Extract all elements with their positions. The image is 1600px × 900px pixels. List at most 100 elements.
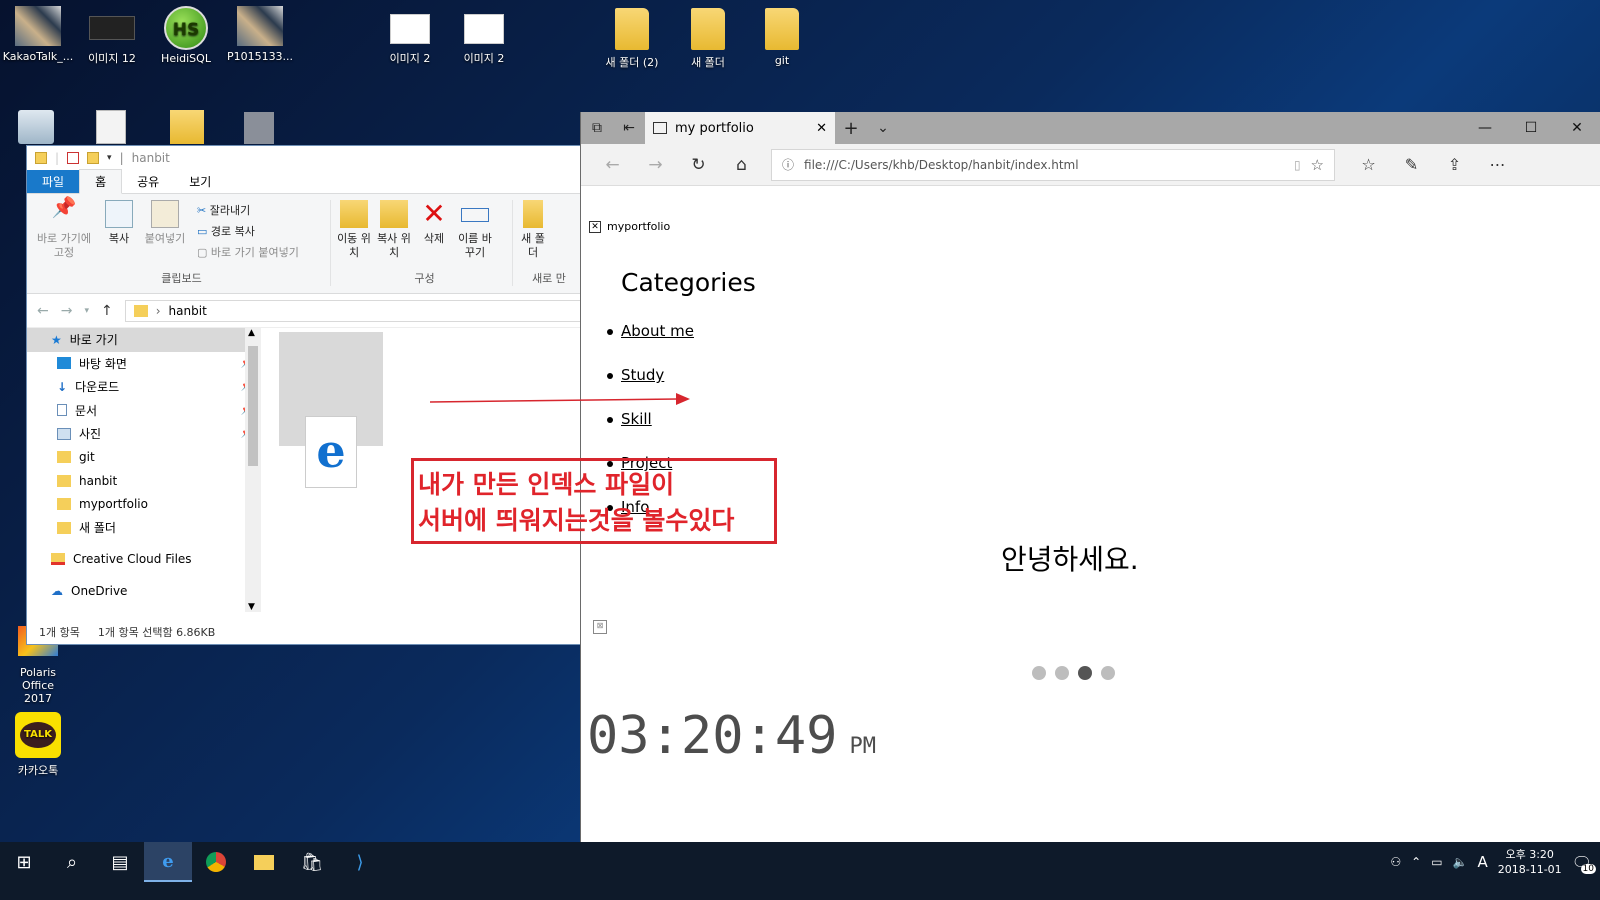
scroll-up-icon[interactable]: ▲ [248,328,255,338]
nav-item-new-folder[interactable]: 새 폴더 [27,516,261,540]
rename-button[interactable]: 이름 바꾸기 [457,200,493,260]
paste-button[interactable]: 붙여넣기 [143,200,187,263]
url-bar[interactable]: ⓘ file:///C:/Users/khb/Desktop/hanbit/in… [771,148,1335,181]
back-icon[interactable]: ← [37,303,49,319]
folder-icon[interactable] [244,112,274,144]
tab-file[interactable]: 파일 [27,170,80,193]
pen-icon[interactable]: ✎ [1390,155,1433,174]
site-brand[interactable]: ✕ myportfolio [589,220,670,233]
volume-icon[interactable]: 🔈 [1453,855,1468,869]
search-icon[interactable]: ⌕ [48,842,96,882]
tab-share[interactable]: 공유 [122,170,174,193]
desktop-icon-new-folder-2[interactable]: 새 폴더 (2) [594,8,670,70]
set-tabs-aside-icon[interactable]: ⇤ [613,112,645,144]
desktop-icon-image2-b[interactable]: 이미지 2 [446,6,522,66]
new-folder-button[interactable]: 새 폴더 [519,200,547,260]
file-item-index[interactable]: e index [279,332,383,488]
nav-item-creative-cloud[interactable]: Creative Cloud Files [27,548,261,572]
home-icon[interactable]: ⌂ [720,155,763,175]
nav-item-documents[interactable]: 문서 📌 [27,399,261,423]
more-icon[interactable]: ⋯ [1476,155,1519,174]
nav-item-git[interactable]: git [27,446,261,470]
address-input[interactable]: › hanbit [124,299,593,322]
desktop-icon-image2-a[interactable]: 이미지 2 [372,6,448,66]
desktop-icon-image12[interactable]: 이미지 12 [74,6,150,66]
slider-dot[interactable] [1101,666,1115,680]
edge-taskbar-icon[interactable]: e [144,842,192,882]
favorite-star-icon[interactable]: ☆ [1311,156,1324,174]
notification-center-icon[interactable]: 🗨 10 [1572,853,1596,874]
screen-bottom-strip [0,882,1600,900]
chevron-down-icon[interactable]: ▾ [84,306,89,316]
start-windows-icon[interactable]: ⊞ [0,842,48,882]
ime-indicator[interactable]: A [1477,853,1487,871]
reading-view-icon[interactable]: ▯ [1294,158,1301,172]
delete-button[interactable]: ✕ 삭제 [417,200,451,260]
link-about-me[interactable]: About me [621,322,694,340]
forward-icon[interactable]: → [61,303,73,319]
forward-icon[interactable]: → [634,155,677,175]
desktop-icon-kakaotalk-photo[interactable]: KakaoTalk_... [0,6,76,63]
slider-dot-active[interactable] [1078,666,1092,680]
cut-button[interactable]: ✂ 잘라내기 [197,200,299,221]
tab-preview-icon[interactable]: ⧉ [581,112,613,144]
desktop-icon-kakaotalk[interactable]: TALK 카카오톡 [0,712,76,778]
scroll-down-icon[interactable]: ▼ [248,602,255,612]
nav-item-quick-access[interactable]: ★ 바로 가기 [27,328,261,352]
new-folder-icon[interactable] [87,152,100,164]
chrome-icon[interactable] [192,842,240,882]
minimize-icon[interactable]: — [1462,120,1508,136]
link-skill[interactable]: Skill [621,410,652,428]
chevron-down-icon[interactable]: ▾ [107,153,112,163]
browser-tab[interactable]: my portfolio ✕ [645,112,835,144]
desktop-icon-git[interactable]: git [744,8,820,67]
people-icon[interactable]: ⚇ [1390,855,1401,869]
pin-to-quick-access-button[interactable]: 📌 바로 가기에 고정 [33,197,95,263]
desktop-icon-photo[interactable]: P1015133... [222,6,298,63]
status-bar: 1개 항목 1개 항목 선택함 6.86KB [39,624,215,640]
move-to-button[interactable]: 이동 위치 [337,200,371,260]
file-explorer-icon[interactable] [240,842,288,882]
nav-item-pictures[interactable]: 사진 📌 [27,422,261,446]
copy-to-button[interactable]: 복사 위치 [377,200,411,260]
zip-folder-icon[interactable] [170,110,204,144]
maximize-icon[interactable]: ☐ [1508,120,1554,136]
desktop-icon-heidisql[interactable]: HS HeidiSQL [148,6,224,65]
network-icon[interactable]: ▭ [1431,855,1442,869]
nav-item-myportfolio[interactable]: myportfolio [27,493,261,517]
share-icon[interactable]: ⇪ [1433,155,1476,174]
copy-button[interactable]: 복사 [101,200,137,263]
nav-item-onedrive[interactable]: ☁ OneDrive [27,579,261,603]
tab-home[interactable]: 홈 [79,169,123,194]
slider-dot[interactable] [1055,666,1069,680]
back-icon[interactable]: ← [591,155,634,175]
recycle-bin-icon[interactable] [18,110,54,144]
navigation-pane: ★ 바로 가기 바탕 화면 📌 ↓ 다운로드 📌 문서 📌 사진 📌 git [27,328,261,612]
nav-pane-scrollbar[interactable]: ▲ ▼ [245,328,261,612]
clock-date[interactable]: 오후 3:20 2018-11-01 [1498,847,1562,877]
copy-path-button[interactable]: ▭ 경로 복사 [197,221,299,242]
chevron-down-icon[interactable]: ⌄ [867,112,899,144]
vscode-icon[interactable]: ⟩ [336,842,384,882]
link-study[interactable]: Study [621,366,664,384]
document-icon[interactable] [96,110,126,144]
nav-item-desktop[interactable]: 바탕 화면 📌 [27,352,261,376]
close-tab-icon[interactable]: ✕ [816,121,827,136]
info-icon[interactable]: ⓘ [782,156,794,173]
tab-view[interactable]: 보기 [174,170,226,193]
slider-dot[interactable] [1032,666,1046,680]
new-tab-icon[interactable]: + [835,112,867,144]
nav-item-downloads[interactable]: ↓ 다운로드 📌 [27,375,261,399]
task-view-icon[interactable]: ▤ [96,842,144,882]
chevron-up-icon[interactable]: ⌃ [1411,855,1421,869]
store-icon[interactable]: 🛍 [288,842,336,882]
desktop-icon-new-folder[interactable]: 새 폴더 [670,8,746,70]
properties-icon[interactable] [67,152,80,164]
paste-shortcut-button[interactable]: ▢ 바로 가기 붙여넣기 [197,242,299,263]
nav-item-hanbit[interactable]: hanbit [27,469,261,493]
scrollbar-thumb[interactable] [248,346,258,466]
favorites-icon[interactable]: ☆ [1347,155,1390,174]
close-icon[interactable]: ✕ [1554,120,1600,136]
up-icon[interactable]: ↑ [101,303,113,319]
refresh-icon[interactable]: ↻ [677,155,720,175]
